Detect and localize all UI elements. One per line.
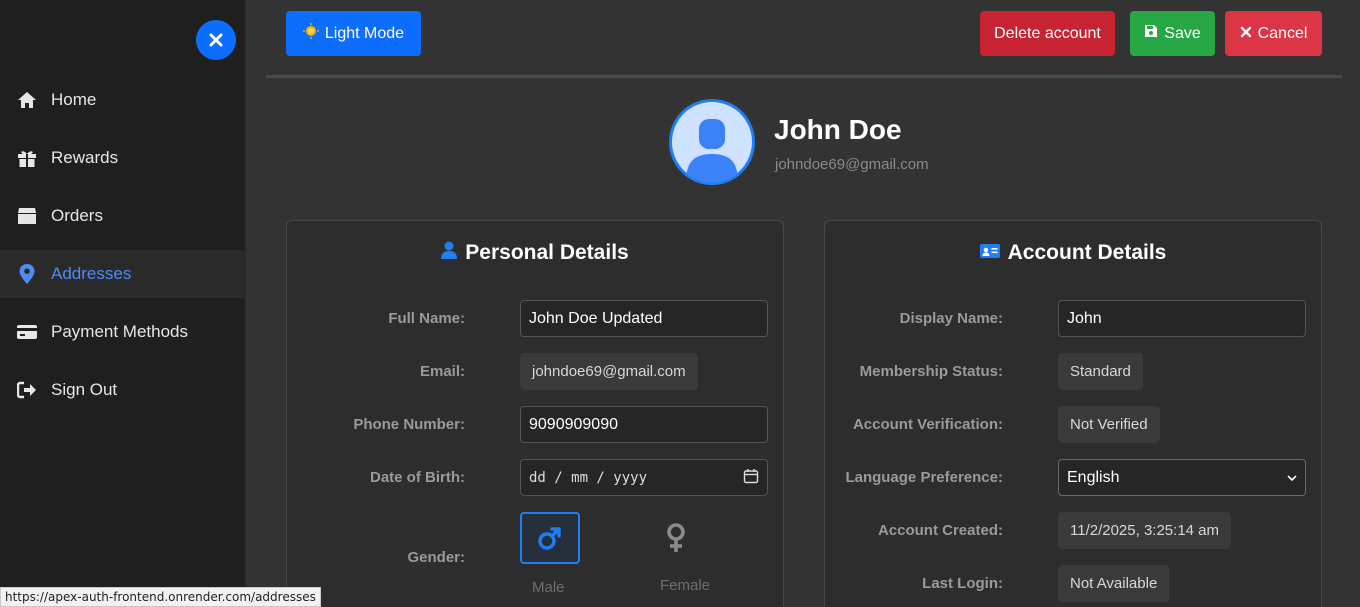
sidebar-item-label: Rewards: [51, 148, 119, 167]
sidebar-item-rewards[interactable]: Rewards: [0, 134, 246, 182]
phone-input[interactable]: 9090909090: [520, 406, 768, 443]
sun-icon: [302, 23, 319, 44]
chevron-down-icon: [1287, 469, 1297, 487]
personal-details-card: Personal Details Full Name: John Doe Upd…: [286, 220, 784, 607]
gender-female-option[interactable]: [656, 518, 696, 558]
male-label: Male: [532, 579, 565, 596]
link-status-bar: https://apex-auth-frontend.onrender.com/…: [0, 587, 321, 607]
sign-out-icon: [16, 380, 38, 400]
membership-label: Membership Status:: [859, 363, 1003, 380]
full-name-input[interactable]: John Doe Updated: [520, 300, 768, 337]
personal-details-heading: Personal Details: [465, 241, 629, 264]
personal-details-title: Personal Details: [287, 241, 783, 265]
verification-label: Account Verification:: [852, 416, 1003, 433]
language-label: Language Preference:: [845, 469, 1003, 486]
close-icon: [209, 33, 223, 47]
male-icon: [538, 527, 561, 550]
sidebar-item-label: Payment Methods: [51, 322, 189, 341]
dob-input[interactable]: dd / mm / yyyy: [520, 459, 768, 496]
sidebar-item-orders[interactable]: Orders: [0, 192, 246, 240]
sidebar-item-sign-out[interactable]: Sign Out: [0, 366, 246, 414]
sidebar: Home Rewards Orders Addresses Payment Me…: [0, 0, 246, 607]
created-label: Account Created:: [877, 522, 1003, 539]
sidebar-item-label: Orders: [51, 206, 103, 225]
sidebar-item-label: Addresses: [51, 264, 132, 283]
email-value: johndoe69@gmail.com: [520, 353, 698, 390]
verification-status-badge: Not Verified: [1058, 406, 1160, 443]
save-label: Save: [1164, 24, 1201, 42]
email-label: Email:: [419, 363, 465, 380]
account-details-card: Account Details Display Name: John Membe…: [824, 220, 1322, 607]
cancel-button[interactable]: Cancel: [1225, 11, 1322, 56]
header-divider: [266, 75, 1342, 78]
sidebar-item-addresses[interactable]: Addresses: [0, 250, 246, 298]
gender-label: Gender:: [407, 549, 465, 566]
floppy-disk-icon: [1144, 24, 1158, 43]
main-content: Light Mode Delete account Save Cancel Jo…: [247, 0, 1360, 607]
sidebar-item-payment-methods[interactable]: Payment Methods: [0, 308, 246, 356]
profile-email: johndoe69@gmail.com: [775, 156, 929, 173]
x-icon: [1240, 25, 1252, 43]
delete-account-label: Delete account: [994, 24, 1101, 42]
phone-label: Phone Number:: [353, 416, 465, 433]
box-icon: [16, 206, 38, 226]
id-card-icon: [979, 241, 1000, 265]
light-mode-button[interactable]: Light Mode: [286, 11, 421, 56]
cancel-label: Cancel: [1257, 24, 1308, 42]
female-icon: [667, 523, 685, 552]
display-name-label: Display Name:: [899, 310, 1003, 327]
last-login-label: Last Login:: [922, 575, 1003, 592]
avatar[interactable]: [669, 99, 755, 185]
sidebar-item-label: Sign Out: [51, 380, 118, 399]
sidebar-item-home[interactable]: Home: [0, 76, 246, 124]
calendar-icon[interactable]: [743, 468, 759, 488]
dob-placeholder: dd / mm / yyyy: [529, 469, 648, 486]
delete-account-button[interactable]: Delete account: [980, 11, 1115, 56]
membership-status-badge: Standard: [1058, 353, 1143, 390]
profile-name: John Doe: [774, 114, 902, 145]
save-button[interactable]: Save: [1130, 11, 1215, 56]
sidebar-nav: Home Rewards Orders Addresses Payment Me…: [0, 76, 246, 424]
language-selected-value: English: [1067, 468, 1120, 486]
dob-label: Date of Birth:: [370, 469, 465, 486]
female-label: Female: [660, 577, 711, 594]
user-avatar-icon: [686, 119, 738, 182]
created-value: 11/2/2025, 3:25:14 am: [1058, 512, 1232, 549]
account-details-heading: Account Details: [1007, 241, 1167, 264]
close-sidebar-button[interactable]: [196, 20, 236, 60]
display-name-input[interactable]: John: [1058, 300, 1306, 337]
sidebar-item-label: Home: [51, 90, 97, 109]
last-login-value: Not Available: [1058, 565, 1170, 602]
full-name-label: Full Name:: [388, 310, 465, 327]
light-mode-label: Light Mode: [324, 24, 405, 42]
map-pin-icon: [16, 264, 38, 284]
gender-male-option[interactable]: [520, 512, 580, 564]
gift-icon: [16, 148, 38, 168]
home-icon: [16, 90, 38, 110]
account-details-title: Account Details: [825, 241, 1321, 265]
language-select[interactable]: English: [1058, 459, 1306, 496]
user-icon: [441, 241, 458, 265]
credit-card-icon: [16, 322, 38, 342]
